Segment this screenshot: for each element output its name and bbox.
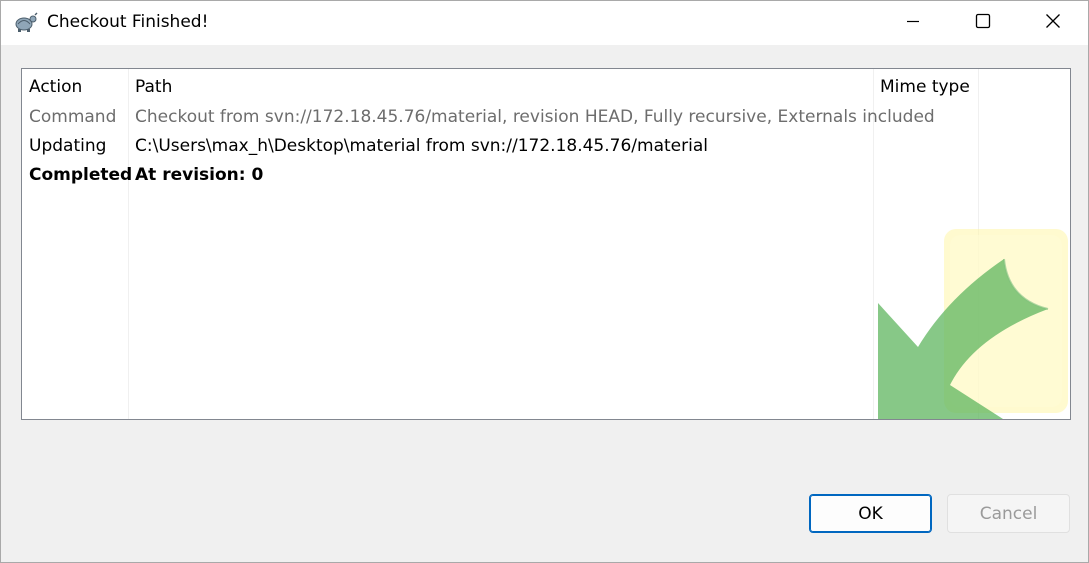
title-bar[interactable]: Checkout Finished! bbox=[1, 1, 1088, 45]
column-header-action[interactable]: Action bbox=[29, 77, 82, 97]
maximize-button[interactable] bbox=[948, 1, 1018, 45]
cancel-button[interactable]: Cancel bbox=[947, 494, 1070, 533]
column-header-path[interactable]: Path bbox=[135, 77, 172, 97]
row-path: Checkout from svn://172.18.45.76/materia… bbox=[135, 107, 935, 127]
row-path: At revision: 0 bbox=[135, 165, 264, 185]
list-row-updating[interactable]: Updating C:\Users\max_h\Desktop\material… bbox=[22, 132, 1070, 161]
row-action: Command bbox=[29, 107, 117, 127]
row-path: C:\Users\max_h\Desktop\material from svn… bbox=[135, 136, 708, 156]
minimize-button[interactable] bbox=[878, 1, 948, 45]
list-row-command[interactable]: Command Checkout from svn://172.18.45.76… bbox=[22, 103, 1070, 132]
close-button[interactable] bbox=[1018, 1, 1088, 45]
list-row-completed[interactable]: Completed At revision: 0 bbox=[22, 161, 1070, 190]
close-icon bbox=[1045, 13, 1061, 34]
results-list[interactable]: Action Path Mime type Command Checkout f… bbox=[21, 68, 1071, 420]
checkout-complete-watermark-icon bbox=[878, 229, 1068, 419]
checkout-finished-dialog: Checkout Finished! Action Path Mime type bbox=[0, 0, 1089, 563]
column-header-mime-type[interactable]: Mime type bbox=[880, 77, 970, 97]
maximize-icon bbox=[975, 13, 991, 34]
window-title: Checkout Finished! bbox=[47, 12, 209, 32]
tortoisesvn-icon bbox=[13, 11, 39, 35]
row-action: Updating bbox=[29, 136, 107, 156]
row-action: Completed bbox=[29, 165, 133, 185]
minimize-icon bbox=[905, 13, 921, 34]
ok-button[interactable]: OK bbox=[809, 494, 932, 533]
